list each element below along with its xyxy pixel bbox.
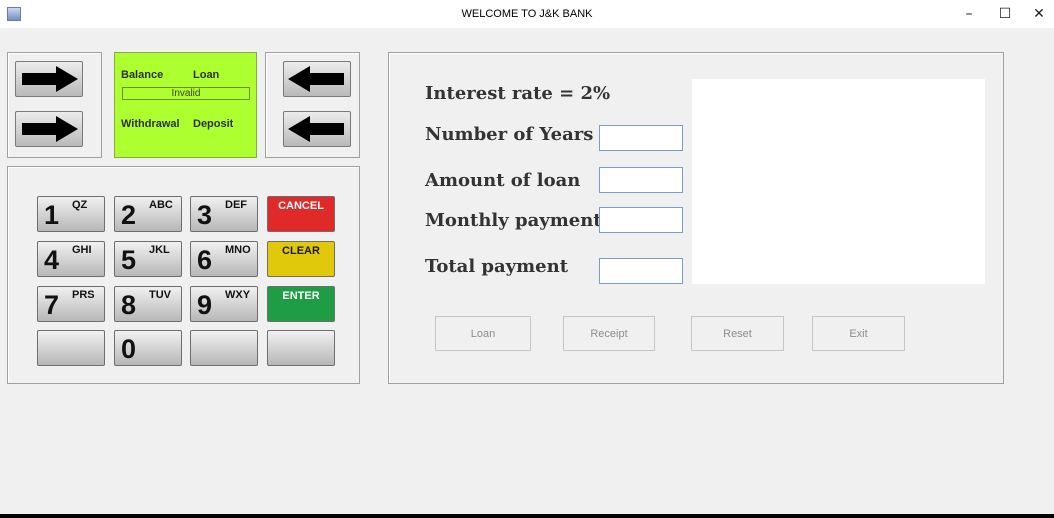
keypad-digit: 4 <box>44 245 60 275</box>
keypad-letters: GHI <box>72 244 92 256</box>
left-side-button-top[interactable] <box>15 61 83 97</box>
keypad-key-label: CLEAR <box>282 245 320 257</box>
close-button[interactable]: ✕ <box>1024 3 1054 25</box>
keypad-digit: 5 <box>121 245 137 275</box>
screen-deposit-label[interactable]: Deposit <box>193 118 233 130</box>
total-payment-input[interactable] <box>599 258 683 284</box>
loan-button[interactable]: Loan <box>435 316 531 351</box>
keypad-digit: 9 <box>197 290 213 320</box>
keypad-digit: 2 <box>121 200 137 230</box>
screen-balance-label[interactable]: Balance <box>121 69 163 81</box>
keypad-blank-key[interactable] <box>190 330 258 366</box>
screen-withdrawal-label[interactable]: Withdrawal <box>121 118 180 130</box>
keypad-letters: DEF <box>225 199 247 211</box>
interest-rate-label: Interest rate = 2% <box>425 83 611 104</box>
keypad-enter-button[interactable]: ENTER <box>267 286 335 322</box>
right-side-button-panel <box>265 52 360 158</box>
keypad-digit: 1 <box>44 200 60 230</box>
keypad-cancel-button[interactable]: CANCEL <box>267 196 335 232</box>
window-title: WELCOME TO J&K BANK <box>461 8 593 20</box>
arrow-left-icon <box>288 66 344 92</box>
arrow-right-icon <box>22 116 78 142</box>
title-bar: WELCOME TO J&K BANK – ☐ ✕ <box>0 0 1054 28</box>
years-label: Number of Years <box>425 124 594 145</box>
keypad-letters: TUV <box>149 289 171 301</box>
keypad-letters: JKL <box>149 244 170 256</box>
monthly-payment-label: Monthly payment <box>425 210 602 231</box>
keypad-letters: MNO <box>225 244 251 256</box>
keypad-letters: ABC <box>149 199 173 211</box>
keypad-key-7[interactable]: 7 PRS <box>37 286 105 322</box>
keypad-key-4[interactable]: 4 GHI <box>37 241 105 277</box>
keypad-letters: QZ <box>72 199 88 211</box>
keypad-key-6[interactable]: 6 MNO <box>190 241 258 277</box>
right-side-button-bottom[interactable] <box>283 111 351 147</box>
keypad-key-label: CANCEL <box>278 200 324 212</box>
keypad-key-1[interactable]: 1 QZ <box>37 196 105 232</box>
keypad-digit: 8 <box>121 290 137 320</box>
keypad-key-9[interactable]: 9 WXY <box>190 286 258 322</box>
keypad-key-label: ENTER <box>282 290 320 302</box>
right-side-button-top[interactable] <box>283 61 351 97</box>
keypad-clear-button[interactable]: CLEAR <box>267 241 335 277</box>
keypad-key-3[interactable]: 3 DEF <box>190 196 258 232</box>
window-bottom-edge <box>0 514 1054 518</box>
amount-input[interactable] <box>599 167 683 193</box>
reset-button[interactable]: Reset <box>691 316 784 351</box>
maximize-button[interactable]: ☐ <box>990 3 1020 25</box>
receipt-button[interactable]: Receipt <box>563 316 655 351</box>
years-input[interactable] <box>599 125 683 151</box>
receipt-output-area[interactable] <box>692 79 985 284</box>
total-payment-label: Total payment <box>425 256 569 277</box>
left-side-button-panel <box>7 52 102 158</box>
monthly-payment-input[interactable] <box>599 207 683 233</box>
keypad-key-8[interactable]: 8 TUV <box>114 286 182 322</box>
keypad-letters: WXY <box>225 289 251 301</box>
keypad-blank-key[interactable] <box>37 330 105 366</box>
keypad-digit: 7 <box>44 290 60 320</box>
screen-status-field: Invalid <box>122 87 250 100</box>
screen-loan-label[interactable]: Loan <box>193 69 219 81</box>
keypad-digit: 6 <box>197 245 213 275</box>
keypad-key-2[interactable]: 2 ABC <box>114 196 182 232</box>
keypad-key-5[interactable]: 5 JKL <box>114 241 182 277</box>
left-side-button-bottom[interactable] <box>15 111 83 147</box>
keypad-letters: PRS <box>72 289 95 301</box>
arrow-right-icon <box>22 66 78 92</box>
exit-button[interactable]: Exit <box>812 316 905 351</box>
amount-label: Amount of loan <box>425 170 581 191</box>
keypad-digit: 0 <box>121 334 137 364</box>
minimize-button[interactable]: – <box>954 3 984 25</box>
keypad-digit: 3 <box>197 200 213 230</box>
atm-screen: Balance Loan Invalid Withdrawal Deposit <box>114 52 257 158</box>
keypad-blank-key[interactable] <box>267 330 335 366</box>
keypad-key-0[interactable]: 0 <box>114 330 182 366</box>
arrow-left-icon <box>288 116 344 142</box>
